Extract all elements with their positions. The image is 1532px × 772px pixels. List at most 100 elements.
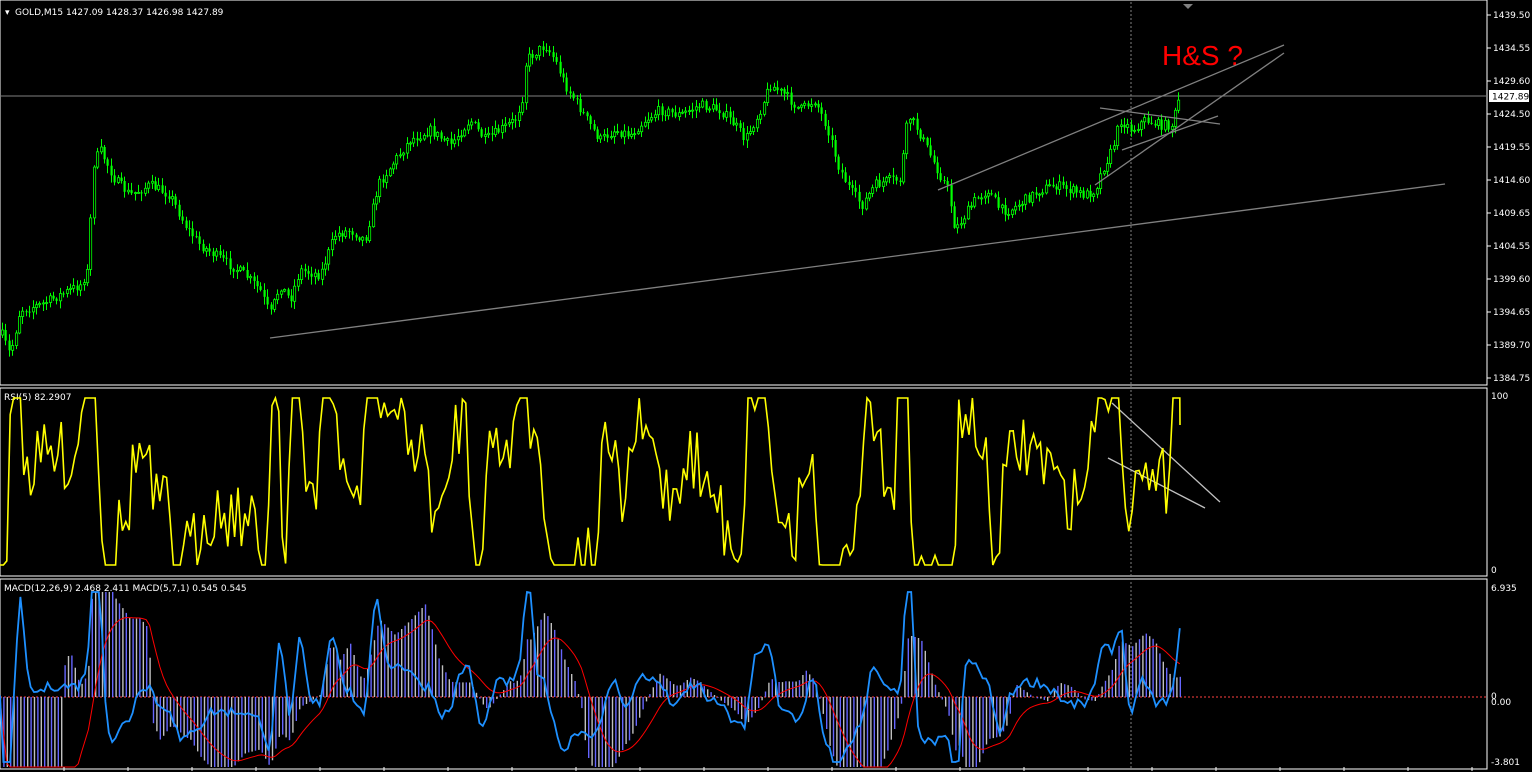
candle-body — [848, 181, 851, 185]
macd-header: MACD(12,26,9) 2.468 2.411 MACD(5,7,1) 0.… — [4, 584, 247, 594]
candle-body — [899, 180, 902, 182]
candle-body — [171, 196, 175, 200]
candle-body — [1106, 163, 1110, 172]
price-tick-label: 1419.55 — [1493, 143, 1530, 153]
price-tick-label: 1424.50 — [1493, 110, 1530, 120]
candle-body — [4, 330, 7, 341]
candle-body — [1096, 188, 1100, 195]
candle-body — [25, 311, 28, 313]
candle-body — [814, 103, 818, 106]
candle-body — [810, 104, 814, 107]
candle-body — [1038, 193, 1042, 196]
candle-body — [756, 118, 760, 129]
candle-body — [773, 86, 777, 91]
candle-body — [514, 119, 517, 121]
candle-body — [375, 196, 379, 205]
candle-body — [786, 92, 790, 95]
candle-body — [191, 228, 194, 237]
candle-body — [106, 159, 109, 166]
rsi-pane[interactable] — [0, 387, 1488, 577]
macd-pane[interactable] — [0, 578, 1488, 770]
candle-body — [205, 248, 209, 252]
candle-body — [593, 124, 596, 130]
candle-body — [684, 110, 688, 113]
candle-body — [372, 203, 376, 228]
candle-body — [1126, 124, 1130, 128]
candle-body — [1001, 204, 1005, 209]
candle-body — [667, 108, 671, 117]
candle-body — [644, 121, 648, 127]
candle-body — [236, 269, 240, 273]
candle-body — [701, 100, 705, 108]
candle-body — [433, 126, 436, 137]
candle-body — [168, 196, 171, 199]
candle-body — [195, 236, 198, 238]
candle-body — [531, 54, 534, 58]
candle-body — [1007, 213, 1011, 216]
candle-body — [276, 293, 280, 301]
candle-body — [1171, 126, 1175, 130]
price-tick-label: 1434.55 — [1493, 44, 1530, 54]
candle-body — [103, 147, 106, 160]
candle-body — [32, 307, 36, 313]
candle-body — [538, 46, 542, 56]
candle-body — [338, 232, 342, 237]
candle-body — [759, 113, 763, 120]
candle-body — [725, 111, 729, 118]
price-tick-label: 1439.50 — [1493, 11, 1530, 21]
candle-body — [134, 192, 138, 195]
candle-body — [1031, 191, 1035, 203]
candle-body — [151, 180, 155, 184]
candle-body — [749, 131, 753, 134]
candle-body — [181, 216, 184, 221]
candle-body — [93, 166, 97, 219]
candle-body — [752, 127, 756, 132]
candle-body — [198, 236, 201, 244]
candle-body — [610, 136, 614, 139]
candle-body — [950, 185, 953, 207]
candle-body — [225, 257, 228, 259]
candle-body — [871, 187, 875, 194]
candle-body — [555, 57, 558, 62]
candle-body — [304, 268, 307, 272]
candle-body — [691, 109, 695, 112]
candle-body — [1123, 124, 1126, 128]
candle-body — [1055, 186, 1058, 190]
candle-body — [28, 311, 31, 313]
candle-body — [382, 179, 385, 183]
candle-body — [671, 109, 674, 113]
candle-body — [1011, 209, 1015, 215]
candle-body — [440, 132, 443, 139]
candle-body — [361, 236, 365, 241]
candle-body — [1154, 123, 1157, 126]
candle-body — [861, 201, 864, 209]
candle-body — [1065, 185, 1068, 189]
trading-chart[interactable]: ▾ GOLD,M15 1427.09 1428.37 1426.98 1427.… — [0, 0, 1532, 772]
candle-body — [569, 91, 572, 94]
candle-body — [827, 126, 830, 136]
candle-body — [616, 131, 620, 134]
candle-body — [246, 270, 249, 278]
candle-body — [317, 273, 320, 280]
candle-body — [212, 251, 215, 257]
main-pane[interactable] — [0, 0, 1488, 386]
candle-body — [334, 235, 338, 241]
candle-body — [219, 251, 222, 256]
candle-body — [831, 135, 834, 140]
candle-body — [681, 111, 685, 114]
candle-body — [501, 125, 505, 133]
candle-body — [647, 119, 651, 123]
candle-body — [310, 273, 313, 277]
candle-body — [620, 131, 623, 137]
candle-body — [117, 177, 121, 183]
candle-body — [637, 131, 641, 135]
candle-body — [79, 284, 83, 291]
candle-body — [715, 104, 718, 111]
candle-body — [895, 176, 898, 181]
rsi-axis-top: 100 — [1491, 392, 1508, 402]
candle-body — [402, 152, 406, 156]
candle-body — [1147, 117, 1150, 123]
candle-body — [1058, 181, 1062, 190]
candle-body — [650, 117, 654, 121]
dropdown-arrow-icon[interactable]: ▾ — [5, 8, 10, 18]
